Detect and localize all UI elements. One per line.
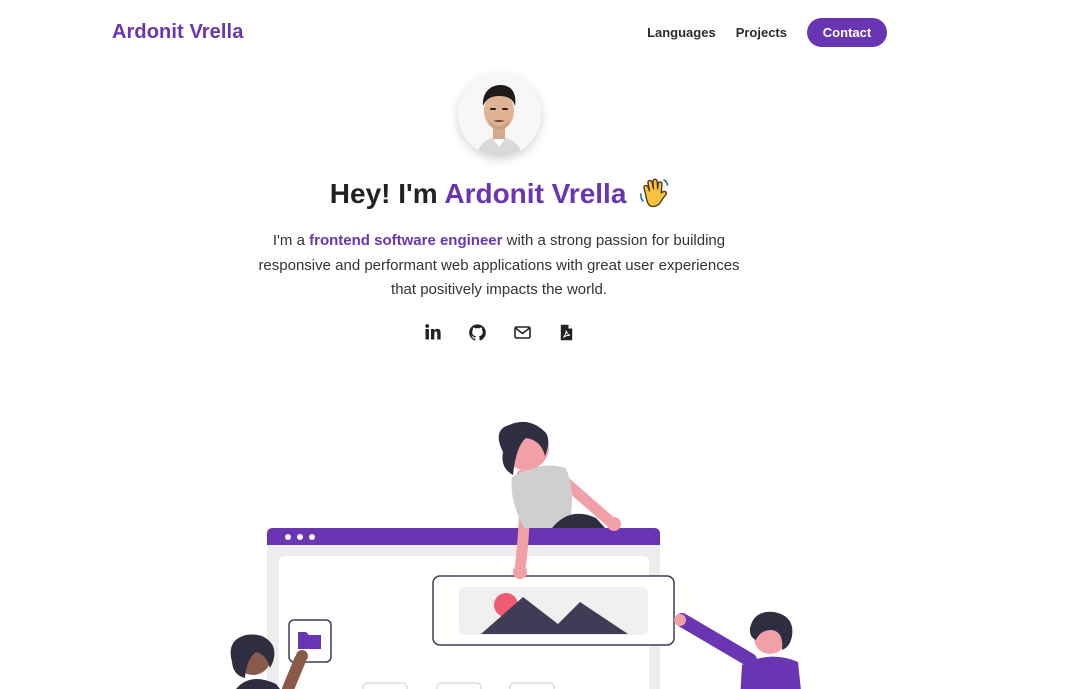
man-figure-illustration: [674, 611, 801, 689]
image-card-illustration: [432, 575, 675, 646]
hero-illustration: [230, 421, 801, 689]
folder-tile-illustration: [288, 619, 332, 663]
portfolio-page: Ardonit Vrella Languages Projects Contac…: [0, 0, 1080, 689]
